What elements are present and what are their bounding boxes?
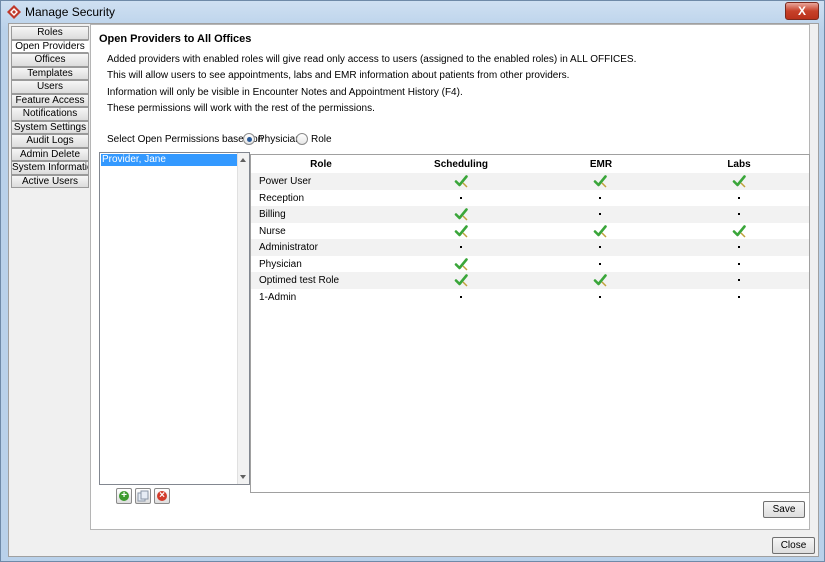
copy-provider-button[interactable] xyxy=(135,488,151,504)
provider-list-item[interactable]: Provider, Jane xyxy=(101,154,237,166)
scheduling-bullet-icon[interactable] xyxy=(451,191,471,205)
table-row[interactable]: Optimed test Role xyxy=(251,272,809,289)
sidebar-item-active-users[interactable]: Active Users xyxy=(11,174,89,188)
sidebar-item-notifications[interactable]: Notifications xyxy=(11,107,89,121)
labs-check-icon[interactable] xyxy=(729,224,749,238)
close-button[interactable]: Close xyxy=(772,537,815,554)
labs-bullet-icon[interactable] xyxy=(729,257,749,271)
sidebar-item-users[interactable]: Users xyxy=(11,80,89,94)
column-role[interactable]: Role xyxy=(291,159,351,170)
scheduling-check-icon[interactable] xyxy=(451,257,471,271)
labs-bullet-icon[interactable] xyxy=(729,191,749,205)
emr-check-icon[interactable] xyxy=(590,174,610,188)
role-cell: Reception xyxy=(259,192,305,204)
emr-bullet-icon[interactable] xyxy=(590,191,610,205)
emr-bullet-icon[interactable] xyxy=(590,240,610,254)
remove-icon: × xyxy=(157,491,167,501)
table-row[interactable]: Nurse xyxy=(251,223,809,240)
sidebar-item-roles[interactable]: Roles xyxy=(11,26,89,40)
emr-bullet-icon[interactable] xyxy=(590,257,610,271)
sidebar-item-audit-logs[interactable]: Audit Logs xyxy=(11,134,89,148)
role-cell: Billing xyxy=(259,209,286,220)
add-icon: + xyxy=(119,491,129,501)
client-area: Roles Open Providers Offices Templates Users… xyxy=(8,23,819,557)
table-row[interactable]: Physician xyxy=(251,256,809,273)
scroll-down-icon[interactable] xyxy=(240,475,246,479)
emr-bullet-icon[interactable] xyxy=(590,290,610,304)
table-row[interactable]: Reception xyxy=(251,190,809,207)
sidebar-item-admin-delete[interactable]: Admin Delete xyxy=(11,147,89,161)
provider-list-scrollbar[interactable] xyxy=(237,153,249,484)
grid-header: Role Scheduling EMR Labs xyxy=(251,155,809,173)
panel-title: Open Providers to All Offices xyxy=(99,33,252,45)
app-icon xyxy=(7,5,21,19)
table-row[interactable]: Power User xyxy=(251,173,809,190)
emr-bullet-icon[interactable] xyxy=(590,207,610,221)
scheduling-check-icon[interactable] xyxy=(451,207,471,221)
role-cell: Nurse xyxy=(259,225,286,237)
scheduling-bullet-icon[interactable] xyxy=(451,240,471,254)
info-line-2: This will allow users to see appointment… xyxy=(107,70,570,81)
role-cell: Power User xyxy=(259,176,312,187)
sidebar-item-system-information[interactable]: System Information xyxy=(11,161,89,175)
save-button[interactable]: Save xyxy=(763,501,805,518)
info-line-4: These permissions will work with the res… xyxy=(107,103,375,114)
add-provider-button[interactable]: + xyxy=(116,488,132,504)
emr-check-icon[interactable] xyxy=(590,224,610,238)
window-title: Manage Security xyxy=(25,5,116,19)
emr-check-icon[interactable] xyxy=(590,273,610,287)
provider-list-buttons: + × xyxy=(99,485,250,505)
role-cell: Physician xyxy=(259,258,302,270)
column-labs[interactable]: Labs xyxy=(709,159,769,170)
select-permissions-label: Select Open Permissions based on xyxy=(107,134,264,145)
column-emr[interactable]: EMR xyxy=(571,159,631,170)
physician-radio-label[interactable]: Physician xyxy=(258,134,301,145)
labs-bullet-icon[interactable] xyxy=(729,240,749,254)
sidebar-item-open-providers[interactable]: Open Providers xyxy=(11,39,89,53)
remove-provider-button[interactable]: × xyxy=(154,488,170,504)
labs-bullet-icon[interactable] xyxy=(729,273,749,287)
copy-icon xyxy=(137,490,149,502)
column-scheduling[interactable]: Scheduling xyxy=(431,159,491,170)
labs-bullet-icon[interactable] xyxy=(729,290,749,304)
table-row[interactable]: 1-Admin xyxy=(251,289,809,306)
role-cell: 1-Admin xyxy=(259,291,297,303)
info-line-1: Added providers with enabled roles will … xyxy=(107,54,637,65)
scheduling-check-icon[interactable] xyxy=(451,174,471,188)
scheduling-check-icon[interactable] xyxy=(451,273,471,287)
physician-radio[interactable] xyxy=(243,133,255,145)
open-providers-panel: Open Providers to All Offices Added prov… xyxy=(90,24,810,530)
title-bar[interactable]: Manage Security X xyxy=(1,1,824,23)
role-cell: Optimed test Role xyxy=(259,275,340,286)
sidebar-nav: Roles Open Providers Offices Templates Users… xyxy=(11,26,89,188)
info-line-3: Information will only be visible in Enco… xyxy=(107,87,463,98)
provider-list[interactable]: Provider, Jane xyxy=(99,152,250,485)
sidebar-item-system-settings[interactable]: System Settings xyxy=(11,120,89,134)
sidebar-item-offices[interactable]: Offices xyxy=(11,53,89,67)
sidebar-item-feature-access[interactable]: Feature Access xyxy=(11,93,89,107)
table-row[interactable]: Administrator xyxy=(251,239,809,256)
labs-bullet-icon[interactable] xyxy=(729,207,749,221)
sidebar-item-templates[interactable]: Templates xyxy=(11,66,89,80)
manage-security-window: Manage Security X Roles Open Providers Off… xyxy=(0,0,825,562)
table-row[interactable]: Billing xyxy=(251,206,809,223)
labs-check-icon[interactable] xyxy=(729,174,749,188)
role-radio[interactable] xyxy=(296,133,308,145)
role-cell: Administrator xyxy=(259,242,318,253)
window-close-button[interactable]: X xyxy=(785,2,819,20)
scheduling-bullet-icon[interactable] xyxy=(451,290,471,304)
permissions-grid: Role Scheduling EMR Labs Power User Recep… xyxy=(250,154,810,493)
scroll-up-icon[interactable] xyxy=(240,158,246,162)
role-radio-label[interactable]: Role xyxy=(311,134,332,145)
scheduling-check-icon[interactable] xyxy=(451,224,471,238)
